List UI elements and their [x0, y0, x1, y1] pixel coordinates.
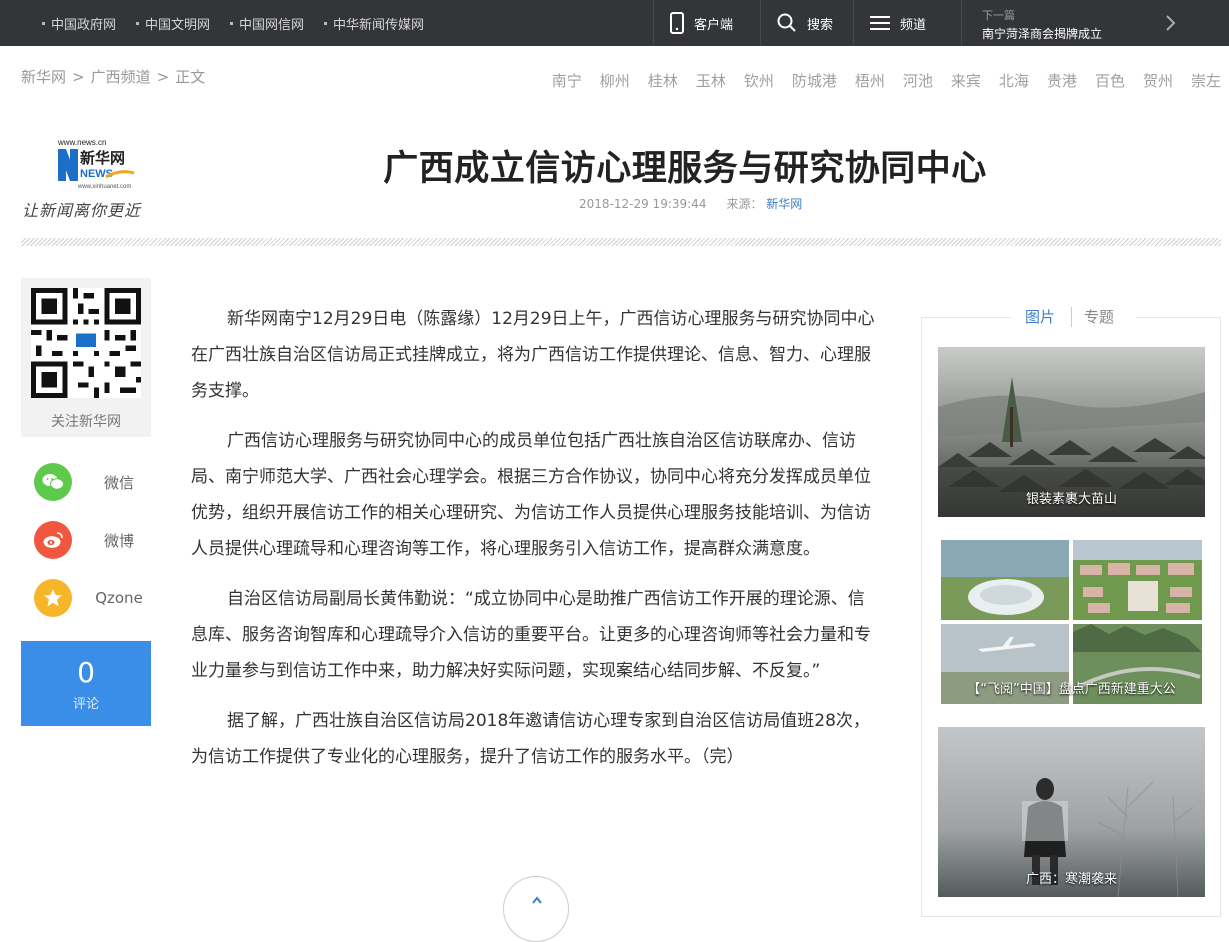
logo-slogan: 让新闻离你更近	[22, 201, 142, 220]
city-link[interactable]: 崇左	[1191, 70, 1221, 91]
picture-item[interactable]: 银装素裹大苗山	[938, 347, 1205, 517]
breadcrumb: 新华网 > 广西频道 > 正文	[21, 68, 206, 86]
weibo-icon	[34, 521, 72, 559]
channel-button[interactable]: 频道	[853, 0, 961, 46]
tab-pictures[interactable]: 图片	[1025, 306, 1055, 327]
city-link[interactable]: 百色	[1095, 70, 1125, 91]
breadcrumb-home[interactable]: 新华网	[21, 68, 66, 86]
city-link[interactable]: 防城港	[792, 70, 837, 91]
breadcrumb-current: 正文	[175, 68, 206, 86]
article-paragraph: 据了解，广西壮族自治区信访局2018年邀请信访心理专家到自治区信访局值班28次，…	[191, 711, 870, 767]
share-wechat[interactable]: 微信	[34, 463, 154, 501]
share-weibo[interactable]: 微博	[34, 521, 154, 559]
article-datetime: 2018-12-29 19:39:44	[579, 197, 707, 211]
city-link[interactable]: 来宾	[951, 70, 981, 91]
menu-icon	[870, 16, 890, 30]
top-link-media[interactable]: 中华新闻传媒网	[324, 14, 424, 33]
city-link[interactable]: 钦州	[744, 70, 774, 91]
top-link-civilization[interactable]: 中国文明网	[136, 14, 210, 33]
qr-caption: 关注新华网	[51, 414, 121, 430]
city-link[interactable]: 河池	[903, 70, 933, 91]
search-icon	[777, 13, 796, 32]
city-nav: 南宁 柳州 桂林 玉林 钦州 防城港 梧州 河池 来宾 北海 贵港 百色 贺州 …	[534, 70, 1221, 91]
city-link[interactable]: 梧州	[855, 70, 885, 91]
top-links: 中国政府网 中国文明网 中国网信网 中华新闻传媒网	[42, 0, 444, 46]
right-tabs: 图片 专题	[921, 306, 1221, 330]
article-paragraph: 自治区信访局副局长黄伟勤说：“成立协同中心是助推广西信访工作开展的理论源、信息库…	[191, 589, 871, 681]
city-link[interactable]: 南宁	[552, 70, 582, 91]
source-link[interactable]: 新华网	[766, 197, 802, 211]
breadcrumb-channel[interactable]: 广西频道	[91, 68, 151, 86]
back-to-top-button[interactable]	[503, 876, 569, 942]
city-link[interactable]: 贵港	[1047, 70, 1077, 91]
picture-item[interactable]: 【“飞阅”中国】盘点广西新建重大公	[938, 537, 1205, 707]
article-meta: 2018-12-29 19:39:44 来源： 新华网	[579, 195, 802, 212]
city-link[interactable]: 玉林	[696, 70, 726, 91]
client-button[interactable]: 客户端	[653, 0, 760, 46]
article-paragraph: 广西信访心理服务与研究协同中心的成员单位包括广西壮族自治区信访联席办、信访局、南…	[191, 431, 871, 559]
search-button[interactable]: 搜索	[760, 0, 853, 46]
phone-icon	[670, 12, 684, 34]
qzone-star-icon	[34, 579, 72, 617]
page-title: 广西成立信访心理服务与研究协同中心	[383, 149, 987, 189]
top-bar: 中国政府网 中国文明网 中国网信网 中华新闻传媒网 客户端 搜索 频道 下一篇 …	[0, 0, 1229, 46]
comment-label: 评论	[72, 697, 99, 712]
top-link-gov[interactable]: 中国政府网	[42, 14, 116, 33]
city-link[interactable]: 贺州	[1143, 70, 1173, 91]
city-link[interactable]: 北海	[999, 70, 1029, 91]
top-link-cac[interactable]: 中国网信网	[230, 14, 304, 33]
share-qzone[interactable]: Qzone	[34, 579, 154, 617]
next-article[interactable]: 下一篇 南宁菏泽商会揭牌成立	[961, 0, 1229, 46]
qr-code	[31, 288, 141, 398]
chevron-up-icon	[532, 896, 542, 904]
qr-code-box: 关注新华网	[21, 278, 151, 437]
comment-button[interactable]: 0 评论	[21, 641, 151, 726]
wechat-icon	[34, 463, 72, 501]
chevron-right-icon[interactable]	[1165, 12, 1177, 34]
picture-caption: 【“飞阅”中国】盘点广西新建重大公	[967, 682, 1176, 697]
picture-item[interactable]: 广西：寒潮袭来	[938, 727, 1205, 897]
divider	[21, 238, 1221, 246]
city-link[interactable]: 桂林	[648, 70, 678, 91]
picture-caption: 广西：寒潮袭来	[1025, 872, 1117, 887]
source-label: 来源：	[726, 197, 763, 211]
article-body: 新华网南宁12月29日电（陈露缘）12月29日上午，广西信访心理服务与研究协同中…	[191, 301, 881, 789]
article-paragraph: 新华网南宁12月29日电（陈露缘）12月29日上午，广西信访心理服务与研究协同中…	[191, 309, 875, 401]
tab-topics[interactable]: 专题	[1084, 306, 1114, 327]
city-link[interactable]: 柳州	[600, 70, 630, 91]
picture-caption: 银装素裹大苗山	[1025, 492, 1117, 507]
comment-count: 0	[77, 656, 95, 689]
